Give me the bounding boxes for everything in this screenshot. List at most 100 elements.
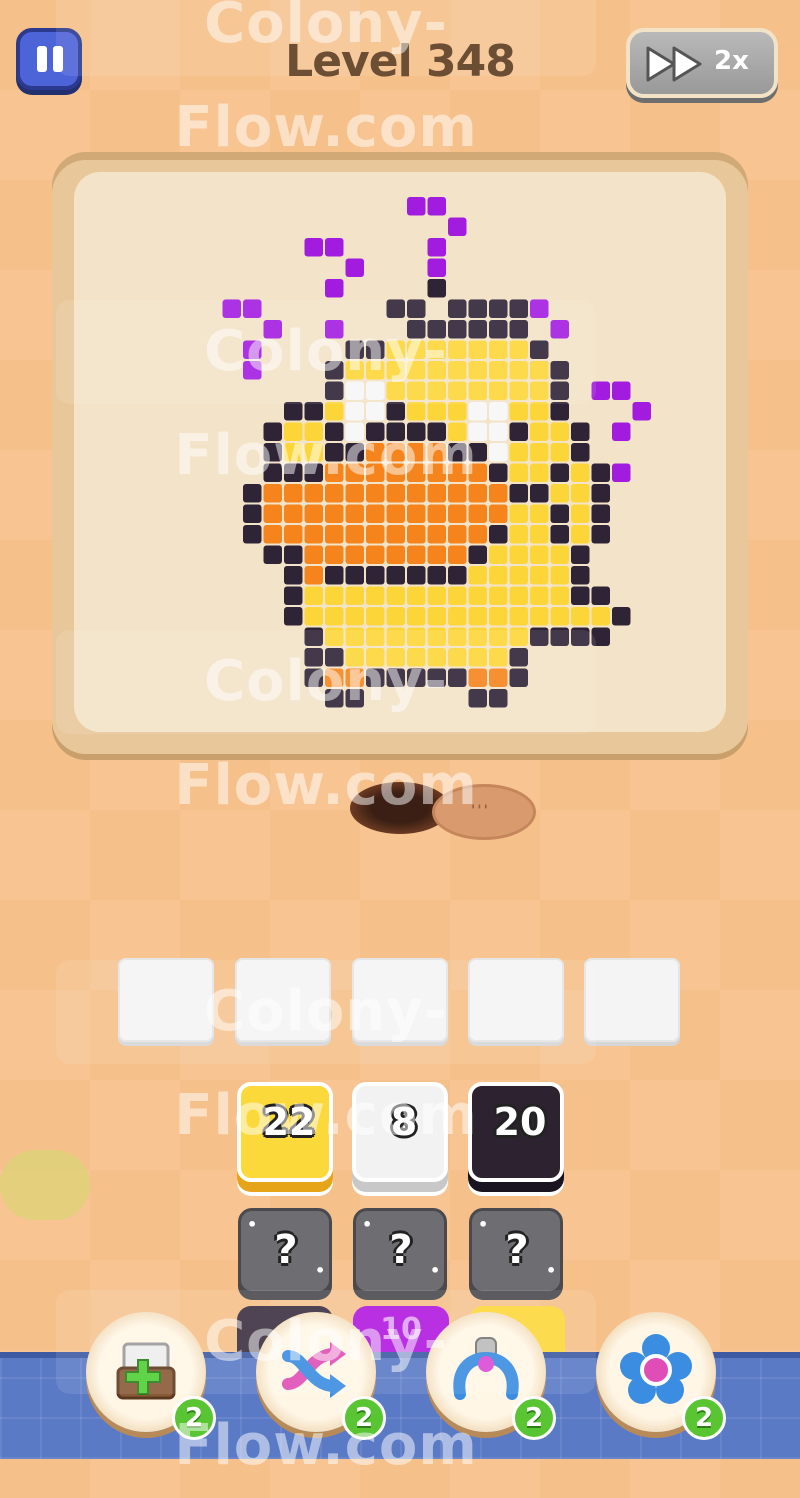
pixel-block — [550, 463, 569, 482]
pixel-block — [550, 545, 569, 564]
pixel-block — [386, 545, 405, 564]
pixel-block — [612, 463, 631, 482]
slot-5[interactable] — [584, 958, 680, 1042]
pixel-block — [304, 525, 323, 544]
watermark: Colony-Flow.com — [56, 960, 596, 1148]
tile-count: 20 — [493, 1100, 547, 1144]
pixel-block — [530, 422, 549, 441]
pixel-block — [509, 443, 528, 462]
pixel-block — [345, 545, 364, 564]
watermark: Colony-Flow.com — [56, 630, 596, 818]
booster-flower[interactable]: 2 — [596, 1312, 726, 1440]
pixel-block — [427, 258, 446, 277]
watermark: Colony-Flow.com — [56, 300, 596, 488]
pixel-block — [571, 586, 590, 605]
pixel-block — [366, 586, 385, 605]
pixel-block — [366, 566, 385, 585]
pixel-block — [530, 607, 549, 626]
decorative-bush — [0, 1150, 90, 1220]
pixel-block — [571, 545, 590, 564]
pixel-block — [530, 402, 549, 421]
pause-icon — [37, 46, 47, 72]
pixel-block — [530, 484, 549, 503]
pixel-block — [345, 258, 364, 277]
pixel-block — [509, 586, 528, 605]
pixel-block — [284, 566, 303, 585]
pixel-block — [284, 525, 303, 544]
pixel-block — [509, 484, 528, 503]
pixel-block — [550, 484, 569, 503]
watermark: Colony-Flow.com — [56, 0, 596, 160]
booster-count: 2 — [512, 1396, 556, 1440]
pixel-block — [468, 586, 487, 605]
pixel-block — [325, 238, 344, 257]
pixel-block — [612, 607, 631, 626]
pixel-block — [448, 586, 467, 605]
pixel-block — [386, 586, 405, 605]
pixel-block — [325, 279, 344, 298]
mystery-tile[interactable]: ? • • — [469, 1208, 563, 1294]
pixel-block — [591, 484, 610, 503]
pixel-block — [284, 545, 303, 564]
pixel-block — [468, 607, 487, 626]
pixel-block — [509, 525, 528, 544]
pixel-block — [509, 545, 528, 564]
pixel-block — [427, 525, 446, 544]
pixel-block — [612, 422, 631, 441]
pixel-block — [448, 545, 467, 564]
pixel-block — [325, 545, 344, 564]
pixel-block — [304, 238, 323, 257]
mystery-tile[interactable]: ? • • — [353, 1208, 447, 1294]
pixel-block — [427, 238, 446, 257]
pixel-block — [448, 217, 467, 236]
pixel-block — [591, 525, 610, 544]
pixel-block — [571, 422, 590, 441]
pixel-block — [612, 381, 631, 400]
mystery-tile[interactable]: ? • • — [238, 1208, 332, 1294]
pixel-block — [530, 566, 549, 585]
pixel-block — [448, 607, 467, 626]
pixel-block — [591, 463, 610, 482]
pixel-block — [366, 545, 385, 564]
pixel-block — [550, 402, 569, 421]
color-tile-dark[interactable]: 20 — [468, 1082, 564, 1182]
pixel-block — [325, 586, 344, 605]
pixel-block — [427, 586, 446, 605]
pixel-block — [571, 443, 590, 462]
pixel-block — [489, 484, 508, 503]
pixel-block — [407, 566, 426, 585]
speed-toggle-button[interactable]: 2x — [626, 28, 778, 98]
pixel-block — [571, 504, 590, 523]
pixel-block — [427, 279, 446, 298]
pixel-block — [489, 607, 508, 626]
pixel-block — [489, 525, 508, 544]
pixel-block — [263, 525, 282, 544]
speed-label: 2x — [714, 46, 749, 76]
pixel-block — [530, 463, 549, 482]
booster-count: 2 — [682, 1396, 726, 1440]
pixel-block — [448, 566, 467, 585]
pixel-block — [366, 607, 385, 626]
pixel-block — [468, 566, 487, 585]
pixel-block — [407, 525, 426, 544]
pixel-block — [345, 525, 364, 544]
pixel-block — [304, 586, 323, 605]
pixel-block — [386, 566, 405, 585]
pixel-block — [468, 525, 487, 544]
pixel-block — [489, 566, 508, 585]
pixel-block — [571, 525, 590, 544]
pixel-block — [489, 402, 508, 421]
pixel-block — [427, 566, 446, 585]
pixel-block — [325, 566, 344, 585]
pixel-block — [489, 545, 508, 564]
pixel-block — [448, 525, 467, 544]
pixel-block — [489, 504, 508, 523]
pixel-block — [550, 504, 569, 523]
pixel-block — [386, 607, 405, 626]
pixel-block — [571, 566, 590, 585]
pixel-block — [591, 607, 610, 626]
pixel-block — [571, 484, 590, 503]
pixel-block — [468, 504, 487, 523]
pixel-block — [489, 586, 508, 605]
pixel-block — [345, 566, 364, 585]
